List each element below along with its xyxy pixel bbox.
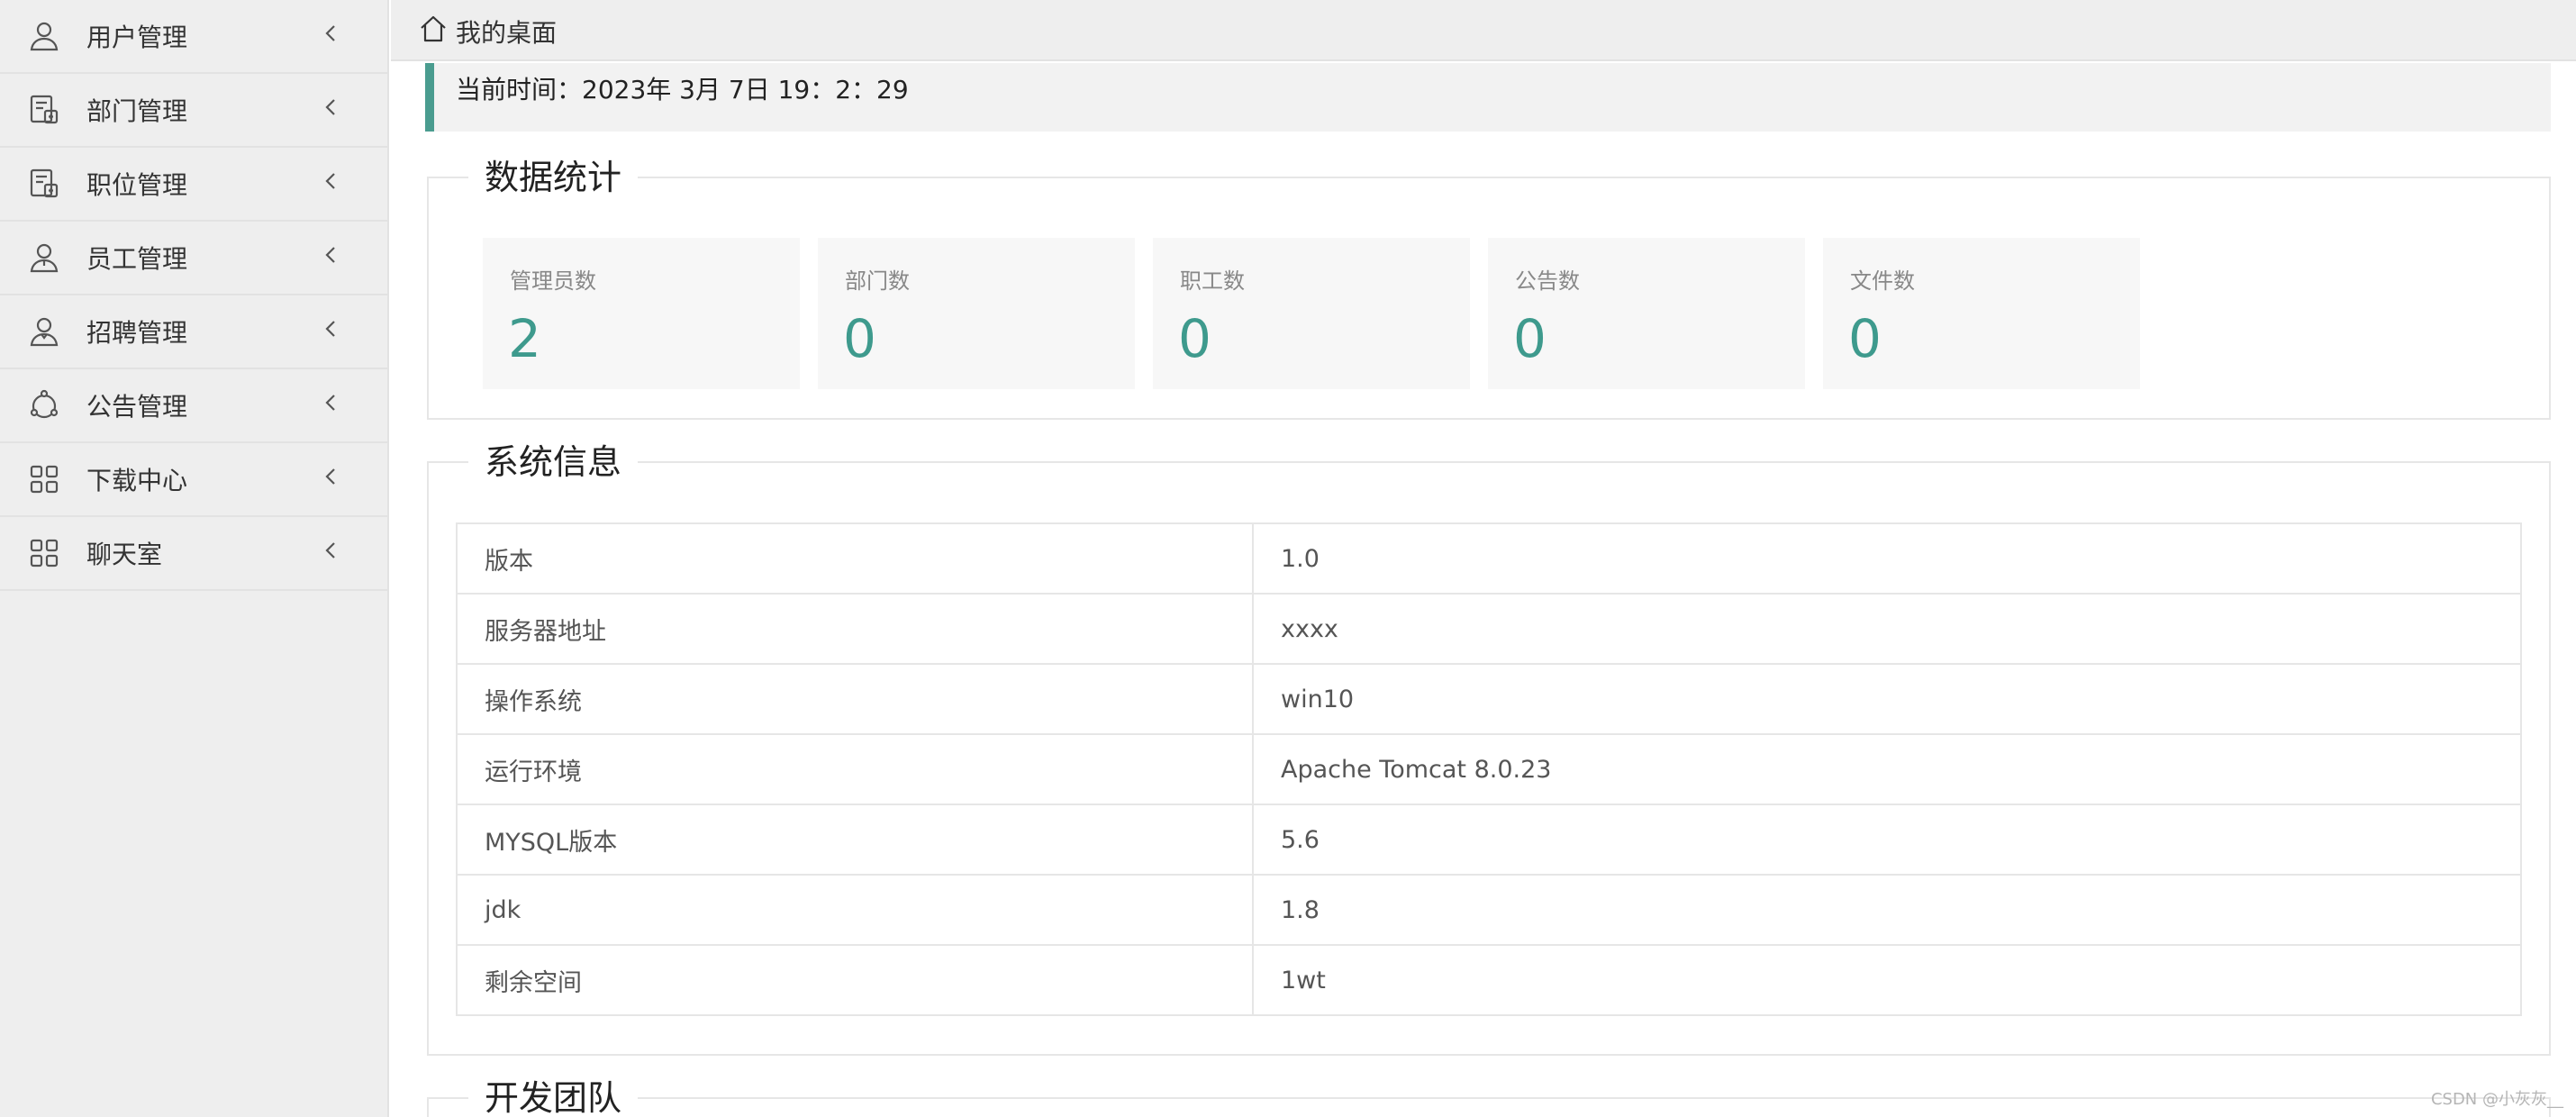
table-cell-value: 1.0 (1252, 522, 2522, 595)
table-cell-value: xxxx (1252, 593, 2522, 665)
notice-icon (27, 388, 61, 422)
stat-label: 公告数 (1515, 268, 1580, 294)
sidebar-item-label: 招聘管理 (86, 318, 188, 348)
chevron-left-icon (317, 168, 344, 195)
stat-label: 文件数 (1850, 268, 1915, 294)
stat-card-files[interactable]: 文件数 0 (1823, 238, 2140, 389)
sidebar-item-department-management[interactable]: 部门管理 (0, 74, 387, 148)
sidebar-item-employee-management[interactable]: 员工管理 (0, 222, 387, 295)
sidebar-item-position-management[interactable]: 职位管理 (0, 148, 387, 222)
sidebar-item-label: 职位管理 (86, 170, 188, 200)
table-cell-key: jdk (456, 874, 1254, 946)
table-row: 版本 1.0 (456, 522, 2522, 595)
current-time-text: 当前时间：2023年 3月 7日 19：2：29 (456, 75, 909, 104)
chevron-left-icon (317, 537, 344, 564)
home-icon[interactable] (418, 14, 449, 44)
stat-card-employees[interactable]: 职工数 0 (1153, 238, 1470, 389)
stat-card-departments[interactable]: 部门数 0 (818, 238, 1135, 389)
user-icon (27, 19, 61, 53)
table-row: 服务器地址 xxxx (456, 593, 2522, 665)
stat-card-admins[interactable]: 管理员数 2 (483, 238, 800, 389)
table-row: 运行环境 Apache Tomcat 8.0.23 (456, 733, 2522, 805)
stat-value: 0 (1513, 308, 1547, 369)
tab-bar: 我的桌面 (391, 0, 2576, 61)
sidebar-item-label: 下载中心 (86, 466, 188, 495)
sidebar-item-user-management[interactable]: 用户管理 (0, 0, 387, 74)
recruit-icon (27, 314, 61, 349)
table-cell-key: 版本 (456, 522, 1254, 595)
sidebar-item-download-center[interactable]: 下载中心 (0, 443, 387, 517)
watermark-text: CSDN @小灰灰__ (2430, 1090, 2563, 1109)
grid-icon (27, 536, 61, 570)
sidebar-item-label: 部门管理 (86, 96, 188, 126)
table-cell-value: Apache Tomcat 8.0.23 (1252, 733, 2522, 805)
department-icon (27, 93, 61, 127)
table-cell-key: 服务器地址 (456, 593, 1254, 665)
sidebar-item-label: 聊天室 (86, 540, 163, 569)
table-cell-key: 操作系统 (456, 663, 1254, 735)
system-info-section-title: 系统信息 (468, 440, 639, 485)
table-cell-value: win10 (1252, 663, 2522, 735)
sidebar-item-chat-room[interactable]: 聊天室 (0, 517, 387, 591)
sidebar-item-notice-management[interactable]: 公告管理 (0, 369, 387, 443)
stat-label: 职工数 (1180, 268, 1245, 294)
stats-section: 数据统计 管理员数 2 部门数 0 职工数 0 公告数 0 文件数 0 (427, 155, 2551, 420)
stat-label: 管理员数 (510, 268, 596, 294)
table-row: 操作系统 win10 (456, 663, 2522, 735)
sidebar-item-label: 员工管理 (86, 244, 188, 274)
table-cell-value: 1.8 (1252, 874, 2522, 946)
app-window: 用户管理 部门管理 职位管理 员工管理 招聘管理 公告管理 下载中心 聊天室 我… (0, 0, 2576, 1117)
stat-value: 0 (843, 308, 876, 369)
table-cell-value: 1wt (1252, 944, 2522, 1016)
system-info-section: 系统信息 版本 1.0 服务器地址 xxxx 操作系统 win10 运行环境 A… (427, 440, 2551, 1056)
sidebar-item-label: 用户管理 (86, 23, 188, 52)
sidebar-item-label: 公告管理 (86, 392, 188, 422)
chevron-left-icon (317, 463, 344, 490)
chevron-left-icon (317, 315, 344, 342)
system-info-table: 版本 1.0 服务器地址 xxxx 操作系统 win10 运行环境 Apache… (456, 522, 2522, 1016)
position-icon (27, 167, 61, 201)
current-time-banner: 当前时间：2023年 3月 7日 19：2：29 (425, 63, 2551, 132)
table-row: 剩余空间 1wt (456, 944, 2522, 1016)
chevron-left-icon (317, 20, 344, 47)
stat-value: 0 (1848, 308, 1882, 369)
table-cell-key: 运行环境 (456, 733, 1254, 805)
stat-value: 2 (508, 308, 541, 369)
table-row: MYSQL版本 5.6 (456, 804, 2522, 876)
dev-team-section-title: 开发团队 (468, 1076, 639, 1117)
chevron-left-icon (317, 389, 344, 416)
sidebar-item-recruit-management[interactable]: 招聘管理 (0, 295, 387, 369)
table-cell-key: 剩余空间 (456, 944, 1254, 1016)
stat-card-notices[interactable]: 公告数 0 (1488, 238, 1805, 389)
chevron-left-icon (317, 241, 344, 268)
stats-section-title: 数据统计 (468, 155, 639, 200)
stat-label: 部门数 (845, 268, 910, 294)
table-cell-value: 5.6 (1252, 804, 2522, 876)
sidebar: 用户管理 部门管理 职位管理 员工管理 招聘管理 公告管理 下载中心 聊天室 (0, 0, 389, 1117)
grid-icon (27, 462, 61, 496)
tab-my-desktop[interactable]: 我的桌面 (456, 14, 557, 50)
employee-icon (27, 241, 61, 275)
table-cell-key: MYSQL版本 (456, 804, 1254, 876)
chevron-left-icon (317, 94, 344, 121)
table-row: jdk 1.8 (456, 874, 2522, 946)
stat-value: 0 (1178, 308, 1211, 369)
dev-team-section: 开发团队 (427, 1076, 2551, 1117)
